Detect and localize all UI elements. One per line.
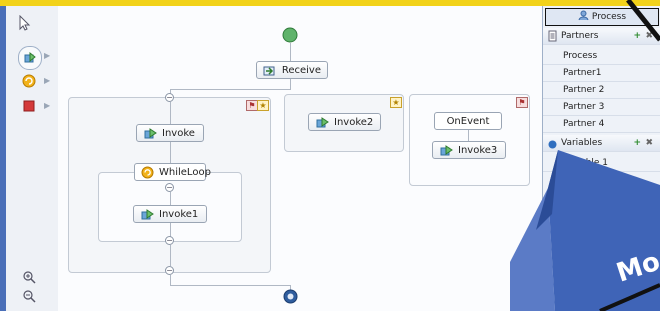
start-event-icon[interactable]	[282, 27, 298, 43]
flow-line	[170, 223, 171, 237]
chevron-right-icon[interactable]: ▶	[44, 101, 50, 110]
invoke3-label: Invoke3	[458, 144, 498, 156]
remove-icon[interactable]: ✖	[645, 28, 653, 44]
event-handler-container[interactable]: ⚑	[409, 94, 530, 186]
flow-line	[170, 285, 291, 286]
flow-line	[170, 102, 171, 124]
flow-line	[468, 130, 469, 141]
invoke1-activity[interactable]: Invoke1	[133, 205, 207, 223]
remove-icon[interactable]: ✖	[645, 135, 653, 151]
select-arrow-icon[interactable]	[16, 14, 34, 32]
flow-line	[170, 192, 171, 205]
partner-item[interactable]: Partner 2	[543, 82, 660, 99]
flow-line	[290, 79, 291, 89]
add-icon[interactable]: +	[633, 135, 641, 151]
flow-line	[290, 43, 291, 61]
invoke3-activity[interactable]: Invoke3	[432, 141, 506, 159]
invoke-activity[interactable]: Invoke	[136, 124, 204, 142]
invoke-tool-icon[interactable]	[18, 46, 42, 70]
zoom-out-icon[interactable]	[20, 287, 38, 305]
partner-item[interactable]: Partner1	[543, 65, 660, 82]
process-icon	[578, 10, 589, 24]
event-handler-icon[interactable]: ★	[390, 97, 402, 108]
receive-icon	[263, 63, 277, 77]
invoke1-label: Invoke1	[159, 208, 199, 220]
whileloop-label: WhileLoop	[159, 166, 211, 178]
fault-handler-icon[interactable]: ⚑	[516, 97, 528, 108]
partner-item[interactable]: Partner 3	[543, 99, 660, 116]
invoke-icon	[315, 115, 329, 129]
flow-line	[170, 89, 291, 90]
invoke-icon	[439, 143, 453, 157]
while-loop-tool-icon[interactable]	[20, 72, 38, 90]
properties-panel: Process Partners + ✖ Process Partner1 Pa…	[542, 6, 660, 311]
partner-item[interactable]: Process	[543, 48, 660, 65]
invoke-label: Invoke	[162, 127, 195, 139]
merge-node-icon[interactable]: −	[165, 236, 174, 245]
invoke2-label: Invoke2	[334, 116, 374, 128]
end-event-icon[interactable]	[283, 289, 298, 304]
partners-header-label: Partners	[561, 31, 599, 41]
flow-line	[170, 275, 171, 285]
stop-tool-icon[interactable]	[20, 97, 38, 115]
merge-node-icon[interactable]: −	[165, 93, 174, 102]
process-tab[interactable]: Process	[545, 8, 659, 26]
tool-palette: ▶ ▶ ▶	[6, 6, 59, 311]
zoom-in-icon[interactable]	[20, 268, 38, 286]
invoke-icon	[143, 126, 157, 140]
variables-icon	[548, 139, 557, 155]
flow-line	[170, 142, 171, 163]
variable-item[interactable]: Variable 1	[543, 155, 660, 172]
merge-node-icon[interactable]: −	[165, 183, 174, 192]
flow-line	[170, 245, 171, 266]
onevent-activity[interactable]: OnEvent	[434, 112, 502, 130]
onevent-label: OnEvent	[446, 115, 490, 127]
chevron-right-icon[interactable]: ▶	[44, 76, 50, 85]
partners-header[interactable]: Partners + ✖	[543, 28, 660, 45]
event-handler-icon[interactable]: ★	[257, 100, 269, 111]
receive-label: Receive	[281, 64, 321, 76]
app-window: ▶ ▶ ▶ Receive ⚑ ★ − Invoke WhileLoop − I…	[0, 0, 660, 311]
invoke-icon	[140, 207, 154, 221]
whileloop-activity[interactable]: WhileLoop	[134, 163, 211, 181]
partner-item[interactable]: Partner 4	[543, 116, 660, 133]
partners-icon	[548, 30, 557, 48]
receive-activity[interactable]: Receive	[256, 61, 328, 79]
invoke2-activity[interactable]: Invoke2	[308, 113, 381, 131]
merge-node-icon[interactable]: −	[165, 266, 174, 275]
chevron-right-icon[interactable]: ▶	[44, 51, 50, 60]
variables-header[interactable]: Variables + ✖	[543, 135, 660, 152]
process-tab-label: Process	[591, 12, 627, 22]
variables-header-label: Variables	[561, 138, 603, 148]
process-canvas[interactable]: Receive ⚑ ★ − Invoke WhileLoop − Invoke1…	[58, 6, 542, 311]
while-loop-icon	[141, 165, 154, 179]
add-icon[interactable]: +	[633, 28, 641, 44]
